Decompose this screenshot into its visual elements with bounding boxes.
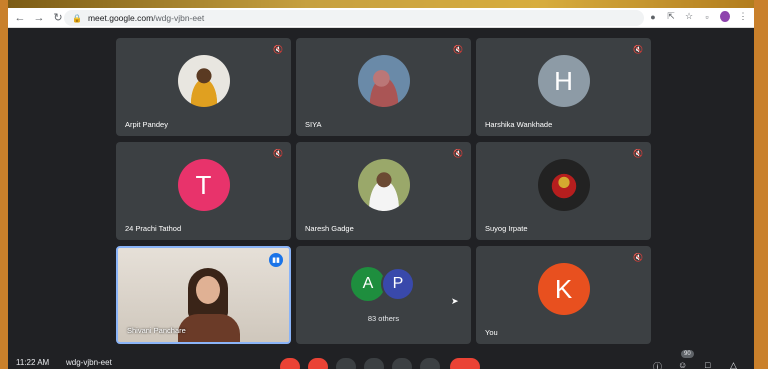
participant-photo [357,55,410,107]
participant-photo [357,159,410,211]
people-count-badge: 90 [681,350,694,358]
frame-right-edge [754,0,768,369]
mic-off-icon: 🔇 [453,45,463,54]
participant-tile[interactable]: 🔇 H Harshika Wankhade [476,38,651,136]
url-path: /wdg-vjbn-eet [153,13,205,23]
meeting-code: wdg-vjbn-eet [66,358,112,367]
participant-name: You [485,328,498,337]
active-speaker-tile[interactable]: ▮▮ Shivani Panchare [116,246,291,344]
participant-name: Harshika Wankhade [485,120,553,129]
raise-hand-button[interactable] [364,358,384,369]
participant-photo [177,55,230,107]
participant-name: SIYA [305,120,322,129]
others-avatar-a: A [351,267,385,301]
participant-tile[interactable]: 🔇 Suyog Irpate [476,142,651,240]
meeting-time: 11:22 AM [16,358,50,367]
participant-initial-avatar: H [537,55,590,107]
participant-name: 24 Prachi Tathod [125,224,182,233]
mic-off-icon: 🔇 [273,149,283,158]
present-button[interactable] [392,358,412,369]
speaking-indicator-icon: ▮▮ [269,253,283,267]
camera-toggle-button[interactable] [308,358,328,369]
sidebar-icon[interactable]: ▫ [702,12,712,22]
bookmark-star-icon[interactable]: ☆ [684,11,694,22]
chat-icon[interactable]: □ [705,360,710,369]
activities-icon[interactable]: △ [730,360,737,369]
speaker-video-figure [178,268,240,342]
others-count: 83 others [367,314,400,323]
camera-icon[interactable]: ● [648,12,658,22]
participant-photo [537,159,590,211]
back-icon[interactable]: ← [13,11,27,25]
participant-name: Arpit Pandey [125,120,168,129]
others-avatar-p: P [381,267,415,301]
more-menu-icon[interactable]: ⋮ [738,11,748,22]
share-icon[interactable]: ⇱ [666,11,676,22]
url-host: meet.google.com [87,13,154,23]
participant-initial-avatar: K [537,263,590,315]
participant-name: Shivani Panchare [127,326,186,335]
mic-off-icon: 🔇 [633,45,643,54]
forward-icon[interactable]: → [32,11,46,25]
participant-tile[interactable]: 🔇 Naresh Gadge [296,142,471,240]
self-tile[interactable]: 🔇 K You [476,246,651,344]
more-options-button[interactable] [420,358,440,369]
mic-off-icon: 🔇 [633,149,643,158]
browser-actions: ● ⇱ ☆ ▫ ⋮ [648,11,748,22]
profile-avatar[interactable] [720,11,730,22]
others-tile[interactable]: A P 83 others [296,246,471,344]
info-icon[interactable]: ⓘ [653,360,662,369]
people-icon[interactable]: ☺ [678,360,687,369]
mic-toggle-button[interactable] [280,358,300,369]
captions-button[interactable] [336,358,356,369]
mouse-cursor-icon: ➤ [451,296,459,306]
participant-name: Naresh Gadge [305,224,354,233]
address-bar[interactable]: 🔒 meet.google.com/wdg-vjbn-eet [64,10,644,26]
mic-off-icon: 🔇 [273,45,283,54]
reload-icon[interactable]: ↻ [51,11,65,25]
lock-icon[interactable]: 🔒 [72,14,82,23]
leave-call-button[interactable] [450,358,480,369]
participant-tile[interactable]: 🔇 T 24 Prachi Tathod [116,142,291,240]
mic-off-icon: 🔇 [453,149,463,158]
browser-toolbar: ← → ↻ 🔒 meet.google.com/wdg-vjbn-eet ● ⇱… [8,8,754,28]
participant-tile[interactable]: 🔇 Arpit Pandey [116,38,291,136]
meeting-controls-bar: 11:22 AM wdg-vjbn-eet ⓘ 90 ☺ □ △ [8,350,754,369]
frame-left-edge [0,0,8,369]
participant-initial-avatar: T [177,159,230,211]
mic-off-icon: 🔇 [633,253,643,262]
meet-window: ← → ↻ 🔒 meet.google.com/wdg-vjbn-eet ● ⇱… [8,8,754,369]
url-text: meet.google.com/wdg-vjbn-eet [88,13,204,23]
participant-name: Suyog Irpate [485,224,528,233]
participant-tile[interactable]: 🔇 SIYA [296,38,471,136]
